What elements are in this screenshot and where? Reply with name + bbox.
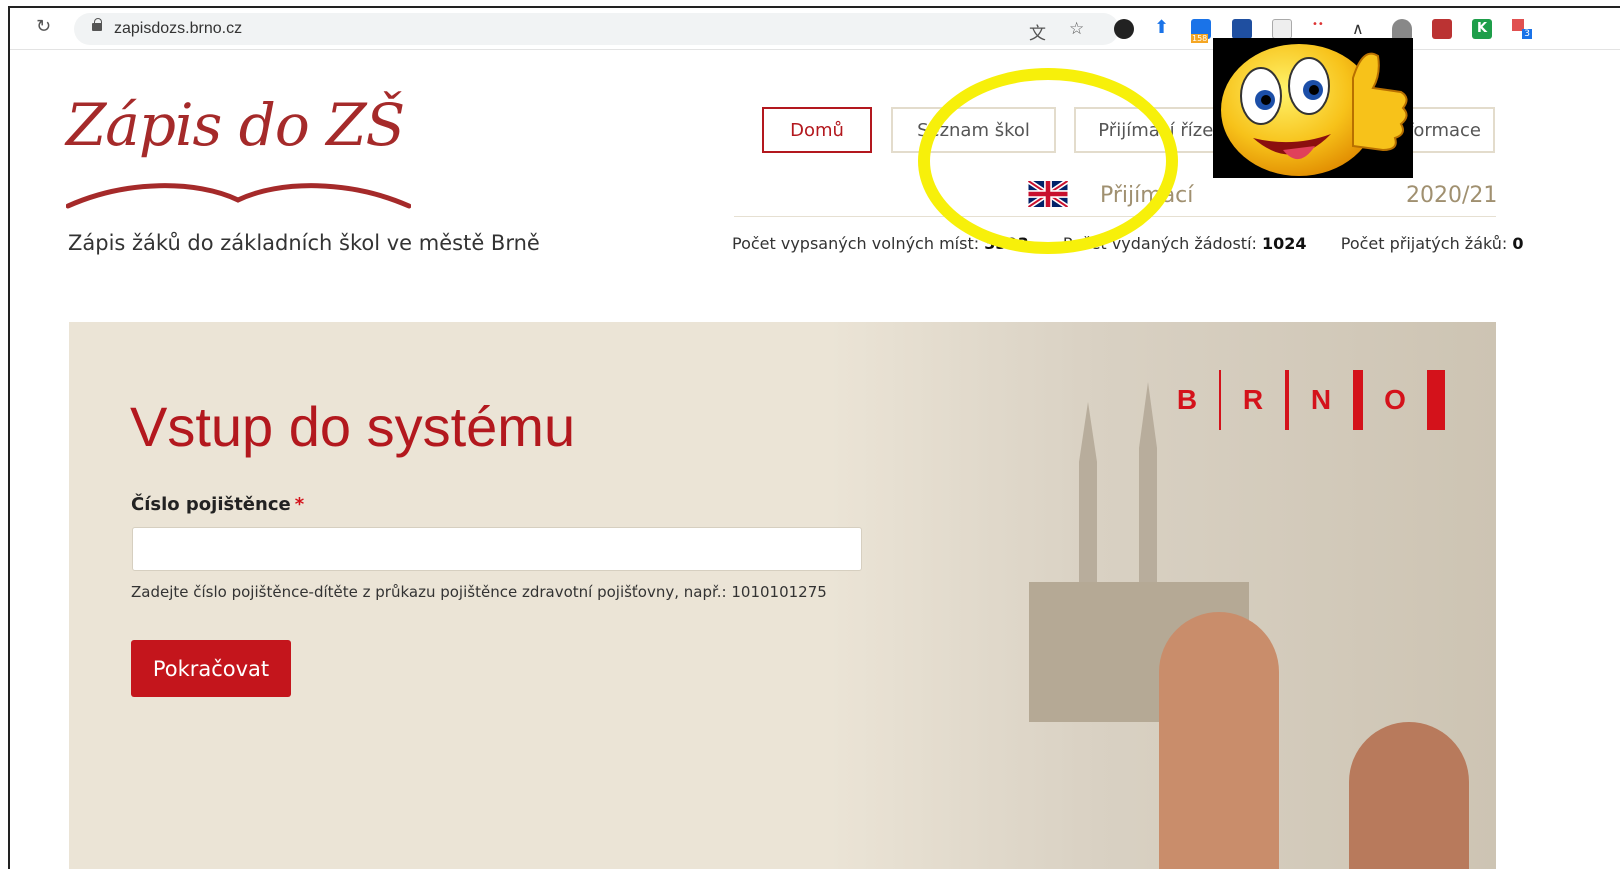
extension-arrow-icon[interactable]: ⬆ bbox=[1154, 17, 1174, 38]
thumbs-up-emoji bbox=[1213, 38, 1413, 178]
brno-letter-b: B bbox=[1176, 384, 1198, 415]
cathedral-tower-left bbox=[1079, 402, 1097, 602]
smiley-thumbs-up-icon bbox=[1221, 44, 1408, 176]
brno-bar-3 bbox=[1353, 370, 1363, 430]
bookmark-star-icon[interactable]: ☆ bbox=[1069, 19, 1084, 39]
translate-icon[interactable]: 文 bbox=[1029, 19, 1046, 44]
nav-home[interactable]: Domů bbox=[762, 107, 872, 153]
yellow-highlight-circle bbox=[918, 68, 1178, 254]
extension-pdf-icon[interactable] bbox=[1432, 19, 1452, 39]
browser-window: ↻ zapisdozs.brno.cz 文 ☆ ⬆ 158 •• ∧ K 3 Z… bbox=[8, 6, 1620, 869]
adult-figure bbox=[1349, 722, 1469, 869]
stats-bar: Počet vypsaných volných míst: 3393 Počet… bbox=[732, 234, 1524, 253]
brno-brand-logo: B R N O bbox=[1155, 370, 1445, 430]
brno-letter-r: R bbox=[1242, 384, 1264, 415]
extension-k-icon[interactable]: K bbox=[1472, 19, 1492, 39]
lock-icon bbox=[92, 18, 102, 31]
extension-puzzle-icon[interactable]: 3 bbox=[1512, 19, 1532, 39]
extension-dots-icon[interactable]: •• bbox=[1312, 19, 1332, 39]
brno-letter-n: N bbox=[1310, 384, 1332, 415]
extension-book-icon[interactable] bbox=[1232, 19, 1252, 39]
extension-calendar-icon[interactable]: 158 bbox=[1191, 19, 1211, 43]
site-subtitle: Zápis žáků do základních škol ve městě B… bbox=[68, 231, 540, 255]
stat-accepted-label: Počet přijatých žáků: bbox=[1340, 234, 1508, 253]
address-bar[interactable]: zapisdozs.brno.cz 文 ☆ bbox=[74, 13, 1119, 45]
insurance-number-label: Číslo pojištěnce * bbox=[131, 494, 305, 515]
extension-page-icon[interactable] bbox=[1272, 19, 1292, 39]
stat-accepted-value: 0 bbox=[1512, 234, 1524, 253]
stat-free-label: Počet vypsaných volných míst: bbox=[732, 234, 980, 253]
extension-chevron-icon[interactable]: ∧ bbox=[1352, 19, 1372, 39]
admission-year: 2020/21 bbox=[1406, 183, 1498, 208]
login-title: Vstup do systému bbox=[130, 395, 576, 458]
brno-letter-o: O bbox=[1384, 384, 1406, 415]
stat-issued-value: 1024 bbox=[1262, 234, 1307, 253]
insurance-number-input[interactable] bbox=[132, 527, 862, 571]
continue-button[interactable]: Pokračovat bbox=[131, 640, 291, 697]
extension-drive-icon[interactable] bbox=[1392, 19, 1412, 39]
site-logo[interactable]: Zápis do ZŠ bbox=[66, 91, 405, 159]
login-hero: B R N O Vstup do systému Číslo pojištěnc… bbox=[69, 322, 1496, 869]
url-text: zapisdozs.brno.cz bbox=[114, 20, 243, 37]
required-mark: * bbox=[294, 494, 305, 515]
brno-bar-4 bbox=[1427, 370, 1445, 430]
reload-icon[interactable]: ↻ bbox=[36, 18, 51, 36]
extension-circle-icon[interactable] bbox=[1114, 19, 1134, 39]
logo-book-swoosh-icon bbox=[66, 183, 411, 209]
child-figure bbox=[1159, 612, 1279, 869]
insurance-number-hint: Zadejte číslo pojištěnce-dítěte z průkaz… bbox=[131, 583, 827, 601]
